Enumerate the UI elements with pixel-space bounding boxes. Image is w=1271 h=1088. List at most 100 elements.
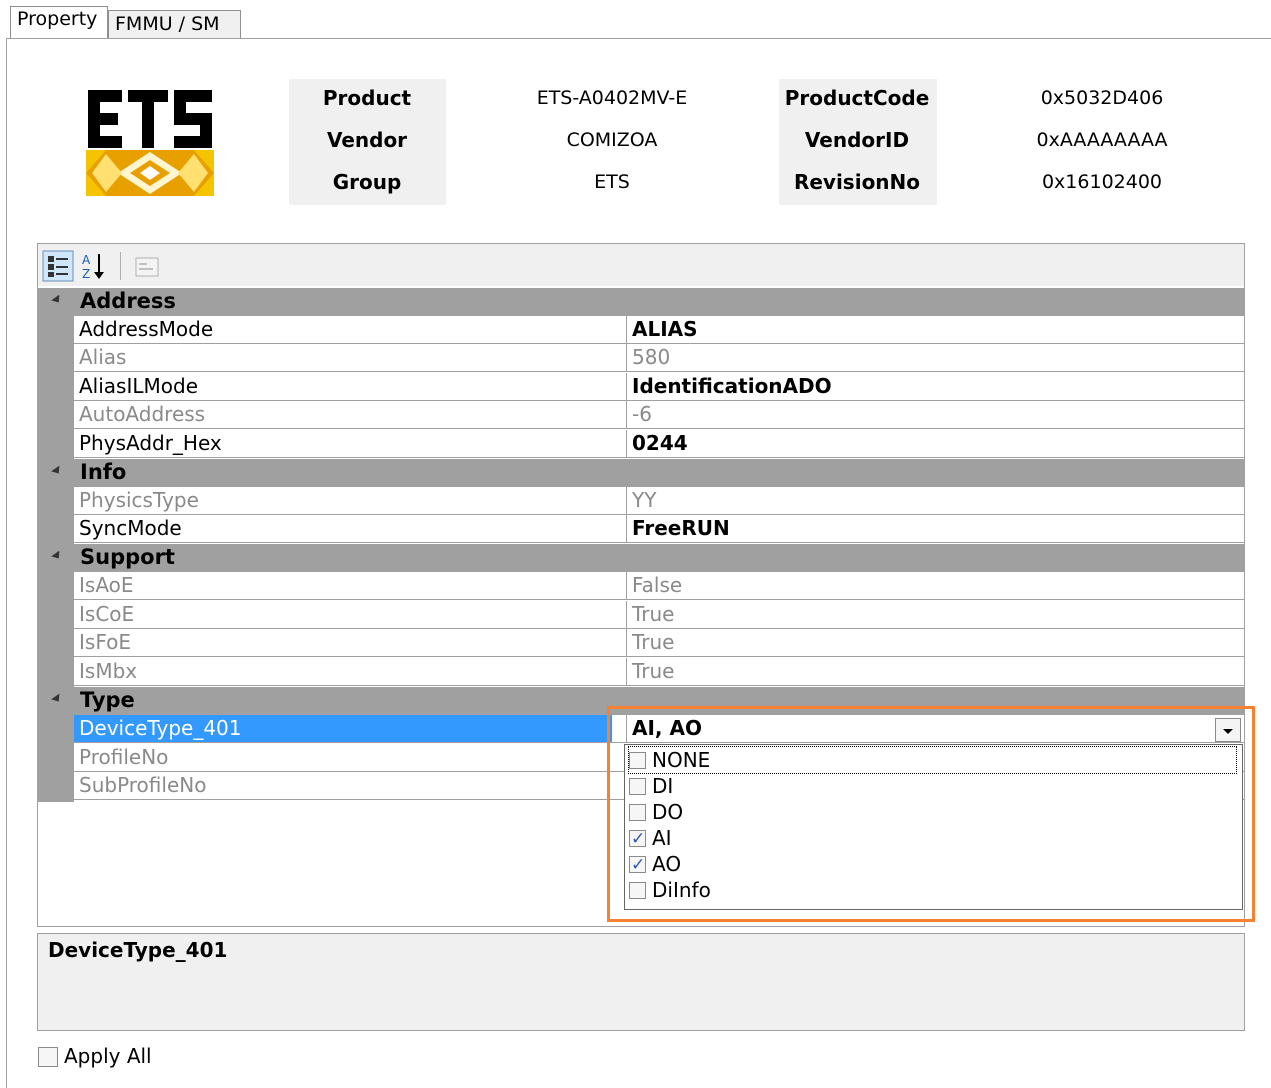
- option-label: DO: [652, 800, 684, 824]
- description-title: DeviceType_401: [48, 938, 228, 962]
- category-address[interactable]: Address: [38, 288, 1244, 316]
- category-type[interactable]: Type: [38, 687, 1244, 715]
- collapse-arrow-icon[interactable]: [51, 550, 63, 562]
- categorized-button[interactable]: [42, 250, 74, 282]
- svg-text:Z: Z: [82, 267, 90, 281]
- row-autoaddress[interactable]: AutoAddress -6: [74, 401, 1244, 429]
- revisionno-value: 0x16102400: [1041, 171, 1163, 193]
- option-none[interactable]: NONE: [628, 746, 1237, 774]
- panel-left-border: [6, 38, 7, 1088]
- option-label: DI: [652, 774, 674, 798]
- property-pages-icon: [135, 257, 159, 277]
- property-name: DeviceType_401: [79, 716, 242, 740]
- tab-property[interactable]: Property: [10, 6, 108, 38]
- alphabetical-button[interactable]: A Z: [80, 250, 112, 282]
- row-alias[interactable]: Alias 580: [74, 344, 1244, 372]
- row-physaddr-hex[interactable]: PhysAddr_Hex 0244: [74, 430, 1244, 458]
- property-name: IsAoE: [79, 573, 134, 597]
- group-value: ETS: [594, 171, 630, 193]
- property-name: ProfileNo: [79, 745, 169, 769]
- property-value[interactable]: True: [632, 601, 674, 628]
- category-address-label: Address: [80, 289, 176, 313]
- property-value[interactable]: IdentificationADO: [632, 373, 832, 400]
- row-ismbx[interactable]: IsMbx True: [74, 658, 1244, 686]
- column-separator: [626, 572, 627, 600]
- property-pages-button[interactable]: [130, 250, 162, 282]
- checkbox[interactable]: [629, 752, 646, 769]
- option-ao[interactable]: AO: [629, 851, 682, 878]
- column-separator: [626, 487, 627, 515]
- collapse-arrow-icon[interactable]: [51, 294, 63, 306]
- option-do[interactable]: DO: [629, 799, 683, 825]
- row-physicstype[interactable]: PhysicsType YY: [74, 487, 1244, 515]
- row-isaoe[interactable]: IsAoE False: [74, 572, 1244, 600]
- column-separator: [626, 316, 627, 344]
- vendor-value: COMIZOA: [566, 129, 658, 151]
- property-name: SubProfileNo: [79, 773, 207, 797]
- property-value[interactable]: False: [632, 572, 682, 599]
- property-name: AddressMode: [79, 317, 214, 341]
- productcode-value: 0x5032D406: [1040, 87, 1164, 109]
- checkbox-checked[interactable]: [629, 852, 646, 878]
- option-ai[interactable]: AI: [629, 825, 672, 852]
- row-iscoe[interactable]: IsCoE True: [74, 601, 1244, 629]
- property-value[interactable]: 0244: [632, 430, 688, 457]
- property-value[interactable]: 580: [632, 344, 670, 371]
- column-separator: [626, 401, 627, 429]
- property-value[interactable]: ALIAS: [632, 316, 698, 343]
- option-diinfo[interactable]: DiInfo: [629, 877, 711, 903]
- apply-all-label: Apply All: [64, 1044, 152, 1068]
- tab-fmmu-sm[interactable]: FMMU / SM: [108, 10, 241, 38]
- row-addressmode[interactable]: AddressMode ALIAS: [74, 316, 1244, 344]
- collapse-arrow-icon[interactable]: [51, 465, 63, 477]
- svg-text:A: A: [82, 253, 91, 267]
- vendor-label: Vendor: [326, 128, 408, 152]
- product-label: Product: [322, 86, 412, 110]
- chevron-down-icon: [1223, 729, 1233, 734]
- category-info[interactable]: Info: [38, 459, 1244, 487]
- dropdown-button[interactable]: [1215, 718, 1241, 742]
- property-name: AutoAddress: [79, 402, 206, 426]
- property-name: IsMbx: [79, 659, 138, 683]
- tab-strip-border: [6, 38, 1271, 39]
- property-value[interactable]: True: [632, 629, 674, 656]
- grid-gutter: [38, 487, 74, 544]
- option-label: AO: [652, 852, 682, 876]
- productcode-label: ProductCode: [784, 86, 930, 110]
- property-name: SyncMode: [79, 516, 182, 540]
- group-label: Group: [332, 170, 402, 194]
- column-separator: [626, 430, 627, 458]
- property-value[interactable]: FreeRUN: [632, 515, 730, 542]
- row-isfoe[interactable]: IsFoE True: [74, 629, 1244, 657]
- grid-gutter: [38, 316, 74, 459]
- property-name: IsFoE: [79, 630, 131, 654]
- row-syncmode[interactable]: SyncMode FreeRUN: [74, 515, 1244, 543]
- devicetype-combo-value[interactable]: AI, AO: [632, 715, 702, 742]
- property-value[interactable]: YY: [632, 487, 656, 514]
- category-support[interactable]: Support: [38, 544, 1244, 572]
- apply-all-checkbox[interactable]: Apply All: [38, 1044, 152, 1068]
- option-di[interactable]: DI: [629, 773, 673, 799]
- checkbox-checked[interactable]: [629, 826, 646, 852]
- category-type-label: Type: [80, 688, 135, 712]
- row-aliasilmode[interactable]: AliasILMode IdentificationADO: [74, 373, 1244, 401]
- property-value[interactable]: -6: [632, 401, 652, 428]
- property-value[interactable]: True: [632, 658, 674, 685]
- toolbar-separator: [120, 252, 121, 280]
- column-separator: [626, 344, 627, 372]
- property-name: AliasILMode: [79, 374, 199, 398]
- vendorid-label: VendorID: [804, 128, 910, 152]
- checkbox[interactable]: [38, 1046, 58, 1067]
- checkbox[interactable]: [629, 778, 646, 795]
- column-separator: [626, 715, 627, 743]
- row-devicetype-401[interactable]: DeviceType_401 AI, AO: [74, 715, 1244, 743]
- column-separator: [626, 515, 627, 543]
- category-info-label: Info: [80, 460, 127, 484]
- checkbox[interactable]: [629, 882, 646, 899]
- collapse-arrow-icon[interactable]: [51, 693, 63, 705]
- option-label: DiInfo: [652, 878, 711, 902]
- vendorid-value: 0xAAAAAAAA: [1036, 129, 1168, 151]
- option-label: AI: [652, 826, 672, 850]
- grid-gutter: [38, 572, 74, 687]
- checkbox[interactable]: [629, 804, 646, 821]
